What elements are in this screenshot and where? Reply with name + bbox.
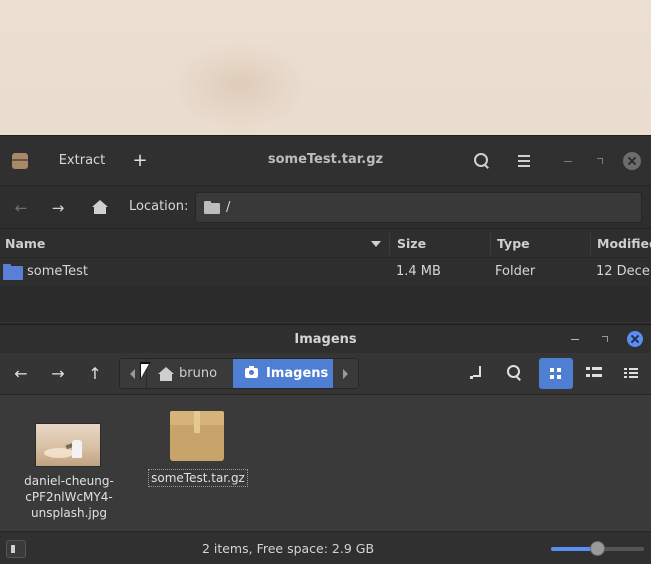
location-field[interactable]: / <box>195 192 642 223</box>
minimize-button[interactable] <box>568 332 582 346</box>
open-location-icon[interactable] <box>467 363 487 383</box>
location-bar: ← → Location: / <box>0 186 651 229</box>
folder-icon <box>204 201 220 214</box>
row-type: Folder <box>495 264 536 279</box>
minimize-button[interactable] <box>559 152 577 170</box>
row-modified: 12 Decen <box>596 264 651 279</box>
location-label: Location: <box>129 199 189 214</box>
breadcrumb: bruno Imagens <box>119 358 359 389</box>
column-size[interactable]: Size <box>397 230 426 258</box>
row-size: 1.4 MB <box>396 264 441 279</box>
grid-view-icon[interactable] <box>539 358 573 389</box>
breadcrumb-current[interactable]: Imagens <box>233 359 333 388</box>
archive-window-title: someTest.tar.gz <box>267 152 384 167</box>
list-view-icon[interactable] <box>584 363 604 383</box>
column-name[interactable]: Name <box>5 230 45 258</box>
breadcrumb-scroll-right[interactable] <box>333 359 358 388</box>
file-label-image[interactable]: daniel-cheung- cPF2nlWcMY4- unsplash.jpg <box>14 473 124 521</box>
column-header: Name Size Type Modified <box>0 230 651 258</box>
search-icon[interactable] <box>471 150 493 172</box>
compact-view-icon[interactable] <box>621 363 641 383</box>
archive-file-icon[interactable] <box>170 411 224 461</box>
file-label-archive-wrap: someTest.tar.gz <box>148 469 248 487</box>
zoom-slider-knob[interactable] <box>590 541 605 556</box>
breadcrumb-home-label: bruno <box>179 366 218 381</box>
maximize-button[interactable] <box>591 152 609 170</box>
archive-manager-window: Extract + someTest.tar.gz ← → Location: … <box>0 136 651 336</box>
menu-icon[interactable] <box>513 150 535 172</box>
files-titlebar: Imagens <box>0 325 651 353</box>
column-modified[interactable]: Modified <box>597 230 651 258</box>
open-location-dot <box>470 376 473 379</box>
close-button[interactable] <box>627 331 643 347</box>
zoom-slider[interactable] <box>551 541 644 556</box>
desktop-background <box>170 40 310 130</box>
back-icon[interactable]: ← <box>10 363 32 385</box>
up-icon[interactable]: ↑ <box>84 363 106 385</box>
files-window-title: Imagens <box>294 332 357 347</box>
back-icon[interactable]: ← <box>11 198 31 218</box>
forward-icon[interactable]: → <box>47 363 69 385</box>
breadcrumb-current-label: Imagens <box>266 366 329 381</box>
close-button[interactable] <box>623 152 641 170</box>
row-name: someTest <box>27 264 88 279</box>
maximize-button[interactable] <box>598 332 612 346</box>
breadcrumb-home[interactable]: bruno <box>148 359 233 388</box>
camera-icon <box>245 366 258 378</box>
status-text: 2 items, Free space: 2.9 GB <box>201 541 375 556</box>
home-icon <box>158 367 174 381</box>
forward-icon[interactable]: → <box>48 198 68 218</box>
folder-icon <box>3 264 23 280</box>
archive-headerbar: Extract + someTest.tar.gz <box>0 136 651 186</box>
column-type[interactable]: Type <box>497 230 530 258</box>
file-label-archive[interactable]: someTest.tar.gz <box>148 469 248 487</box>
search-icon[interactable] <box>505 363 525 383</box>
sort-descending-icon <box>371 241 381 247</box>
files-icon-view: daniel-cheung- cPF2nlWcMY4- unsplash.jpg… <box>0 395 651 531</box>
mouse-cursor-icon <box>140 362 151 380</box>
home-icon[interactable] <box>92 200 108 214</box>
image-thumbnail[interactable] <box>35 423 101 467</box>
location-path: / <box>226 200 231 215</box>
files-statusbar: 2 items, Free space: 2.9 GB <box>0 531 651 564</box>
table-row[interactable]: someTest 1.4 MB Folder 12 Decen <box>0 258 651 286</box>
files-window: Imagens ← → ↑ bruno Imagens daniel-cheun… <box>0 324 651 564</box>
file-list-empty-area <box>0 286 651 322</box>
